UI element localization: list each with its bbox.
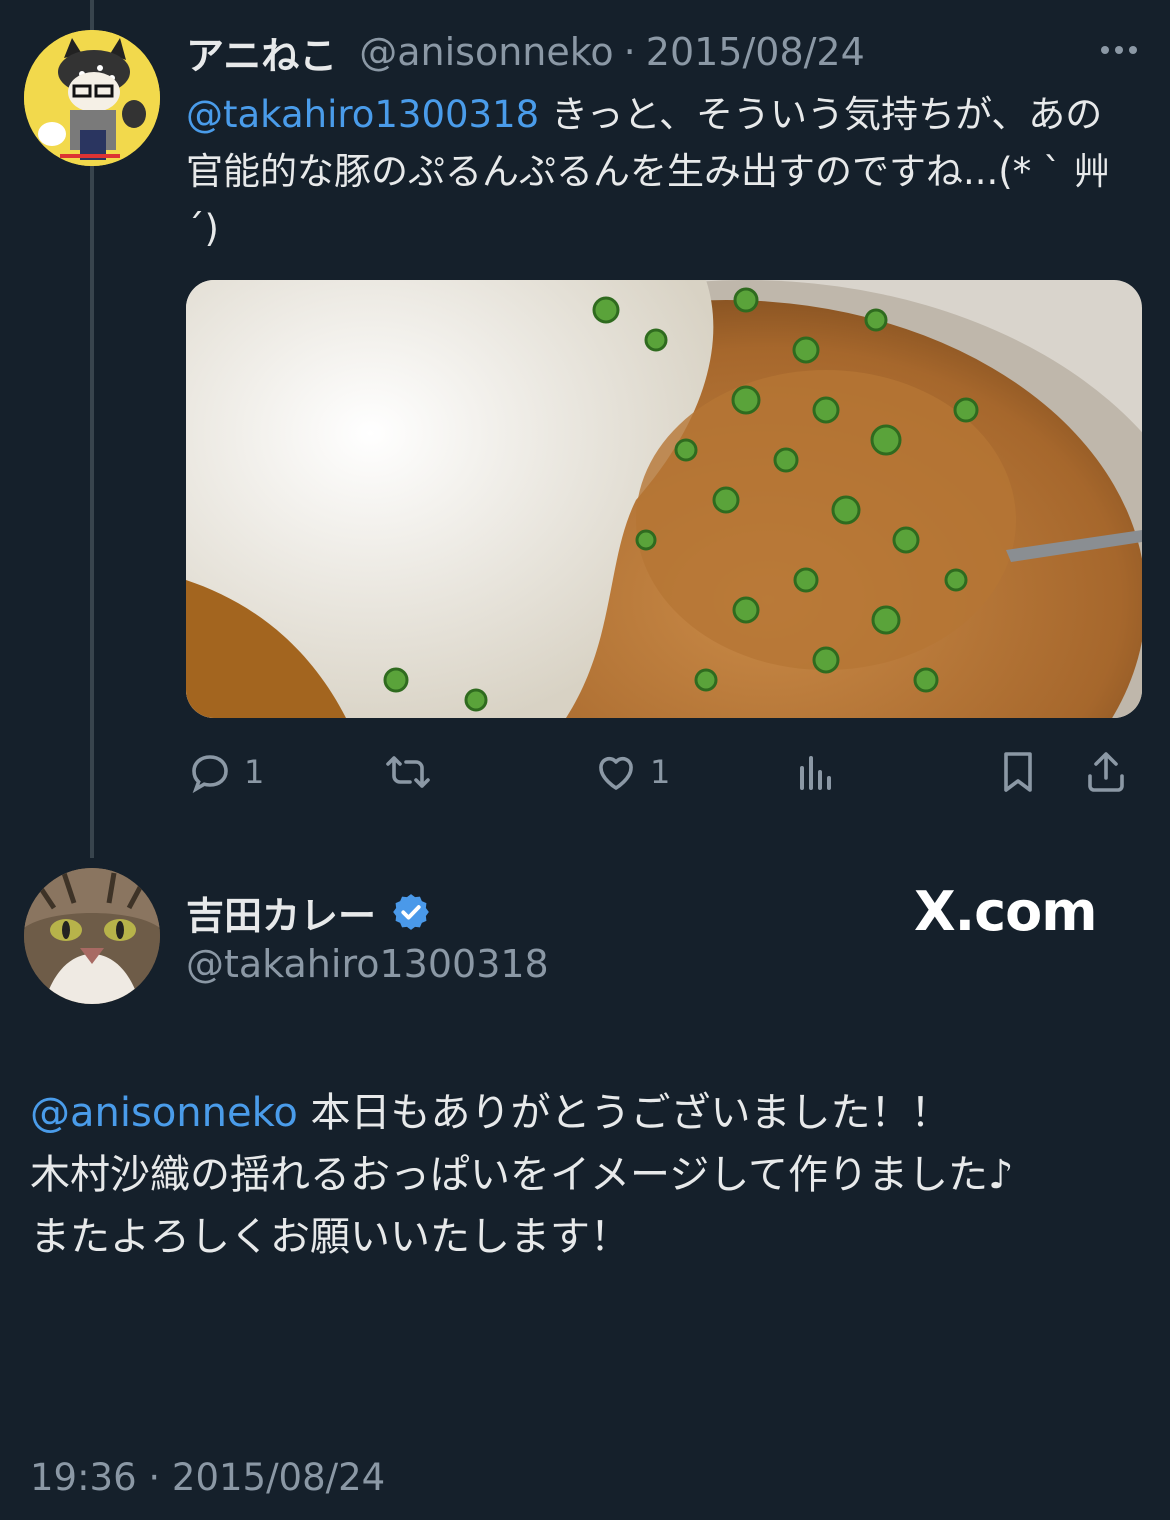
- mention-link[interactable]: @takahiro1300318: [186, 93, 539, 136]
- analytics-icon: [800, 756, 831, 790]
- reply-button[interactable]: 1: [186, 740, 264, 804]
- avatar-anisonneko[interactable]: [24, 30, 160, 166]
- main-tweet-header: 吉田カレー: [186, 884, 432, 940]
- share-icon: [1088, 752, 1124, 792]
- dot-separator: ·: [623, 30, 636, 74]
- main-tweet-line-3: またよろしくお願いいたします！: [30, 1214, 630, 1260]
- like-button[interactable]: 1: [592, 740, 670, 804]
- share-button[interactable]: [1082, 740, 1130, 804]
- display-name[interactable]: アニねこ: [186, 25, 337, 80]
- main-tweet-line-2: 木村沙織の揺れるおっぱいをイメージして作りました♪: [30, 1152, 1014, 1198]
- like-count: 1: [650, 753, 671, 791]
- avatar-takahiro1300318[interactable]: [24, 868, 160, 1004]
- tweet-actions: 1 1: [186, 740, 1146, 804]
- main-tweet-text: @anisonneko 本日もありがとうございました！！ 木村沙織の揺れるおっぱ…: [30, 1082, 1150, 1268]
- x-com-watermark: X.com: [914, 880, 1098, 943]
- tweet-timestamp[interactable]: 19:36 · 2015/08/24: [30, 1450, 385, 1506]
- mention-link[interactable]: @anisonneko: [30, 1090, 298, 1136]
- verified-badge-icon: [393, 894, 429, 930]
- tweet-date[interactable]: 2015/08/24: [646, 30, 865, 74]
- bookmark-button[interactable]: [994, 740, 1042, 804]
- reply-tweet-text: @takahiro1300318 きっと、そういう気持ちが、あの官能的な豚のぷる…: [186, 86, 1136, 257]
- retweet-button[interactable]: [384, 740, 432, 804]
- tweet-media-image[interactable]: [186, 280, 1142, 718]
- main-tweet-line-1: @anisonneko 本日もありがとうございました！！: [30, 1082, 1150, 1144]
- heart-icon: [599, 756, 633, 790]
- reply-icon: [192, 755, 228, 794]
- views-button[interactable]: [792, 740, 840, 804]
- retweet-icon: [386, 756, 430, 788]
- user-handle[interactable]: @takahiro1300318: [186, 938, 549, 990]
- reply-tweet-header: アニねこ @anisonneko · 2015/08/24: [186, 22, 865, 82]
- display-name[interactable]: 吉田カレー: [186, 885, 376, 940]
- user-handle[interactable]: @anisonneko: [359, 30, 613, 74]
- more-icon[interactable]: [1094, 30, 1144, 70]
- main-tweet-line-1-text: 本日もありがとうございました！！: [297, 1090, 951, 1136]
- bookmark-icon: [1004, 752, 1032, 792]
- reply-count: 1: [244, 753, 265, 791]
